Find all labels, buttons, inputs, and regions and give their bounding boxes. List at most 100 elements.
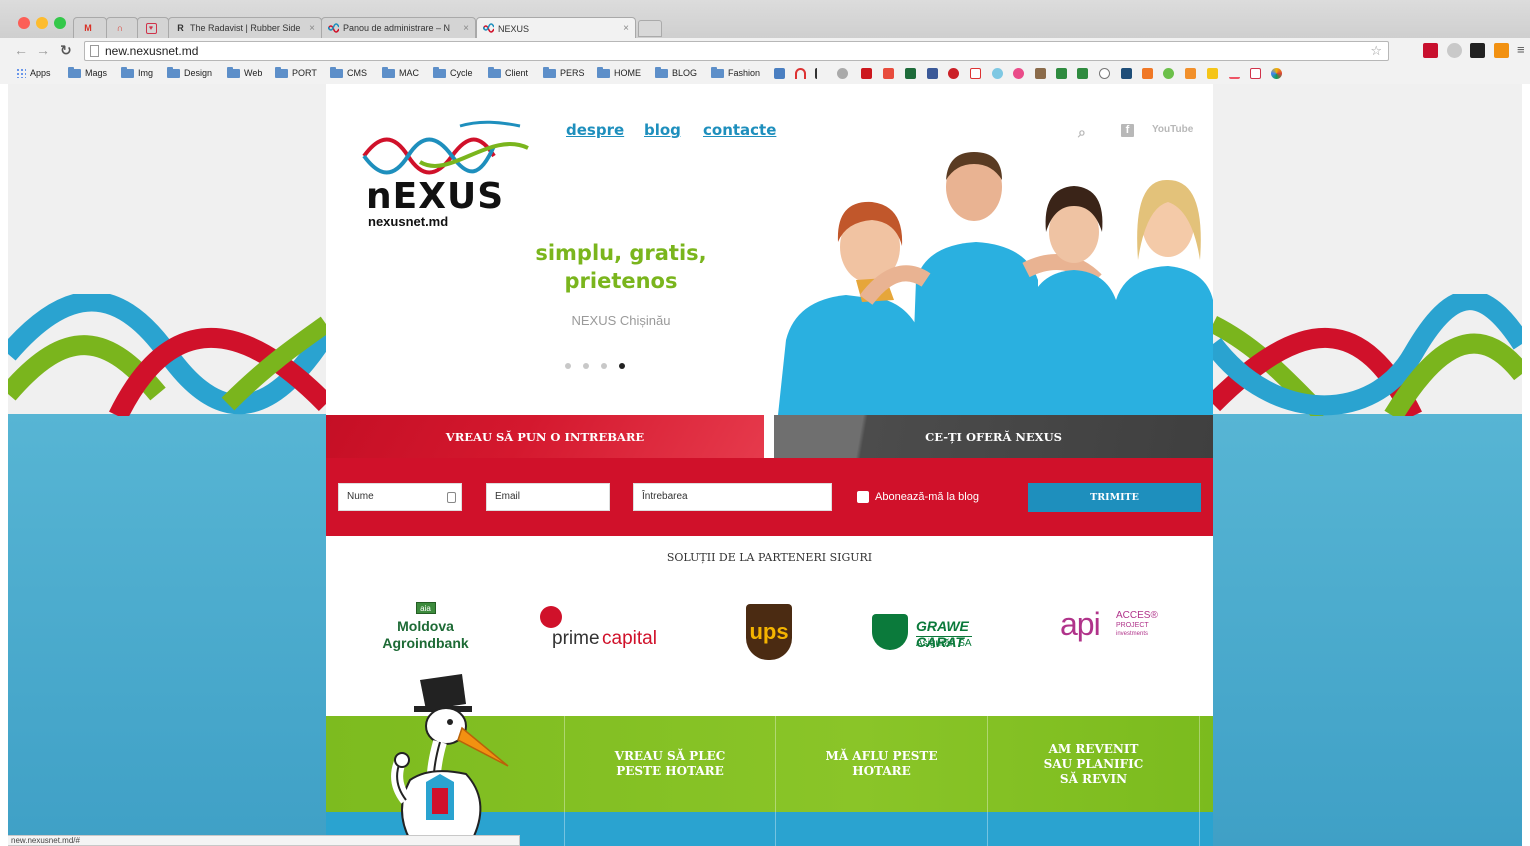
bookmark-favicon-icon[interactable] [927, 68, 938, 79]
bookmark-favicon-icon[interactable] [837, 68, 848, 79]
name-field[interactable]: Nume [338, 483, 462, 511]
bookmark-folder[interactable]: CMS [330, 66, 367, 78]
slide-dot[interactable] [565, 363, 571, 369]
logo-wordmark[interactable]: nEXUS [366, 176, 504, 217]
bookmark-label: Apps [30, 68, 51, 78]
extension-red-icon[interactable] [1423, 43, 1438, 58]
slide-dot[interactable] [601, 363, 607, 369]
bookmark-folder[interactable]: MAC [382, 66, 419, 78]
bookmark-folder[interactable]: Img [121, 66, 153, 78]
bookmark-favicon-icon[interactable] [1271, 68, 1282, 79]
bookmark-favicon-icon[interactable] [861, 68, 872, 79]
bookmark-label: PERS [560, 68, 585, 78]
bookmark-folder[interactable]: Web [227, 66, 262, 78]
facebook-icon[interactable]: f [1121, 124, 1134, 137]
bookmark-favicon-icon[interactable] [795, 68, 806, 79]
maximize-window-button[interactable] [54, 17, 66, 29]
section-returned[interactable]: AM REVENIT SAU PLANIFIC SĂ REVIN [987, 716, 1200, 812]
bookmark-favicon-icon[interactable] [1229, 68, 1240, 79]
bookmark-label: BLOG [672, 68, 698, 78]
bookmark-favicon-icon[interactable] [1077, 68, 1088, 79]
bookmark-favicon-icon[interactable] [992, 68, 1003, 79]
partner-ups-logo[interactable]: ups [746, 604, 792, 660]
email-field[interactable]: Email [486, 483, 610, 511]
tab-close-icon[interactable]: × [303, 23, 315, 34]
menu-icon[interactable]: ≡ [1517, 42, 1525, 57]
extension-resize-icon[interactable] [1470, 43, 1485, 58]
bookmark-folder[interactable]: PERS [543, 66, 585, 78]
question-field[interactable]: Întrebarea [633, 483, 832, 511]
address-bar[interactable]: new.nexusnet.md ☆ [84, 41, 1389, 61]
tab-ask-question[interactable]: VREAU SĂ PUN O INTREBARE [326, 415, 764, 458]
bookmark-favicon-icon[interactable] [883, 68, 894, 79]
pinned-tab-pocket[interactable]: ♥ [137, 17, 169, 38]
folder-icon [382, 66, 395, 78]
extension-sound-icon[interactable] [1447, 43, 1462, 58]
bookmark-favicon-icon[interactable] [1207, 68, 1218, 79]
tab-close-icon[interactable]: × [617, 23, 629, 34]
section-leaving-abroad[interactable]: VREAU SĂ PLEC PESTE HOTARE [564, 716, 775, 812]
folder-icon [275, 66, 288, 78]
youtube-icon[interactable]: YouTube [1152, 124, 1193, 135]
question-placeholder: Întrebarea [642, 491, 688, 502]
bookmark-folder[interactable]: Cycle [433, 66, 473, 78]
bookmark-favicon-icon[interactable] [1056, 68, 1067, 79]
pinned-tab-gmail[interactable]: M [73, 17, 107, 38]
bookmark-favicon-icon[interactable] [1163, 68, 1174, 79]
nav-link-contacte[interactable]: contacte [703, 121, 776, 139]
nav-link-despre[interactable]: despre [566, 121, 624, 139]
primecapital-word-b: capital [602, 628, 657, 649]
minimize-window-button[interactable] [36, 17, 48, 29]
bookmark-folder[interactable]: Fashion [711, 66, 760, 78]
bookmark-folder[interactable]: BLOG [655, 66, 698, 78]
bookmark-favicon-icon[interactable] [948, 68, 959, 79]
partner-maib-logo[interactable]: aia Moldova Agroindbank [378, 602, 473, 652]
grawe-subtitle: Asigurări SA [916, 636, 972, 649]
nav-link-blog[interactable]: blog [644, 121, 681, 139]
autofill-icon[interactable] [447, 492, 456, 503]
subscribe-label[interactable]: Abonează-mă la blog [875, 491, 979, 503]
tab-nexus-offer[interactable]: CE-ȚI OFERĂ NEXUS [774, 415, 1213, 458]
back-arrow-icon[interactable]: ← [14, 42, 28, 58]
bookmark-folder[interactable]: Mags [68, 66, 107, 78]
bookmark-apps[interactable]: Apps [16, 68, 51, 78]
maib-line1: Moldova [397, 618, 454, 634]
bookmark-favicon-icon[interactable] [970, 68, 981, 79]
close-window-button[interactable] [18, 17, 30, 29]
bookmark-favicon-icon[interactable] [1142, 68, 1153, 79]
tab-close-icon[interactable]: × [457, 23, 469, 34]
rss-icon[interactable] [1494, 43, 1509, 58]
bookmark-favicon-icon[interactable] [1035, 68, 1046, 79]
bookmark-favicon-icon[interactable] [774, 68, 785, 79]
pinned-tab-2[interactable]: ∩ [106, 17, 138, 38]
slide-dot[interactable] [583, 363, 589, 369]
bookmark-favicon-icon[interactable] [1185, 68, 1196, 79]
tab-nexus[interactable]: NEXUS × [476, 17, 636, 39]
bookmark-folder[interactable]: PORT [275, 66, 317, 78]
reload-icon[interactable]: ↻ [60, 42, 72, 59]
bookmark-favicon-icon[interactable] [1250, 68, 1261, 79]
bookmark-favicon-icon[interactable] [905, 68, 916, 79]
partner-primecapital-logo[interactable]: prime capital [538, 606, 658, 656]
slide-dot-active[interactable] [619, 363, 625, 369]
bookmark-star-icon[interactable]: ☆ [1370, 42, 1382, 60]
tab-admin[interactable]: Panou de administrare – N × [321, 17, 476, 38]
partner-api-logo[interactable]: api ACCES® PROJECT investments [1060, 606, 1170, 646]
forward-arrow-icon[interactable]: → [36, 42, 50, 58]
arc-icon: ∩ [116, 23, 124, 33]
partner-grawe-logo[interactable]: GRAWE CARAT Asigurări SA [872, 608, 1017, 652]
bookmark-folder[interactable]: Design [167, 66, 212, 78]
bookmark-folder[interactable]: HOME [597, 66, 641, 78]
bookmark-favicon-icon[interactable] [1121, 68, 1132, 79]
bookmark-favicon-icon[interactable] [1099, 68, 1110, 79]
section-living-abroad[interactable]: MĂ AFLU PESTE HOTARE [775, 716, 987, 812]
bookmark-favicon-icon[interactable] [815, 68, 826, 79]
submit-button[interactable]: TRIMITE [1028, 483, 1201, 512]
bookmark-label: Cycle [450, 68, 473, 78]
search-icon[interactable]: ⌕ [1078, 124, 1086, 141]
tab-radavist[interactable]: R The Radavist | Rubber Side × [168, 17, 322, 38]
new-tab-button[interactable] [638, 20, 662, 37]
bookmark-folder[interactable]: Client [488, 66, 528, 78]
bookmark-favicon-icon[interactable] [1013, 68, 1024, 79]
subscribe-checkbox[interactable] [857, 491, 869, 503]
